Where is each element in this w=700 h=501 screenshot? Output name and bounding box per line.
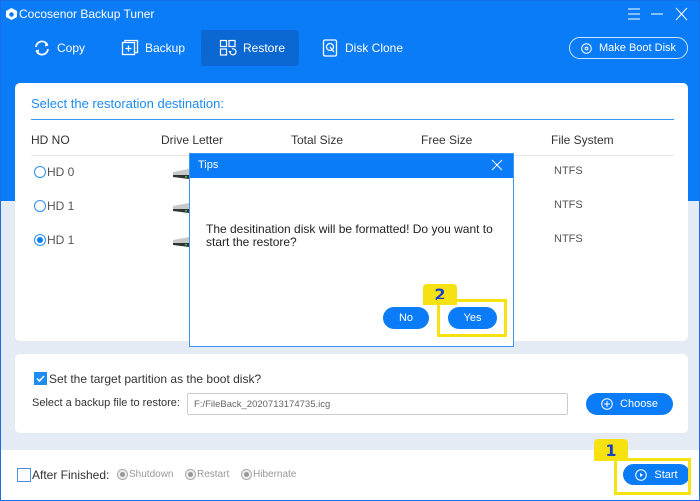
close-icon (675, 7, 688, 21)
dialog-header: Tips (190, 154, 513, 178)
nav-restore[interactable]: Restore (201, 30, 299, 66)
option-hibernate[interactable]: Hibernate (241, 469, 296, 480)
close-button[interactable] (670, 4, 692, 24)
radio-icon (185, 469, 196, 480)
nav-restore-label: Restore (243, 41, 286, 55)
menu-button[interactable] (623, 4, 645, 24)
checkmark-icon (36, 375, 45, 383)
make-boot-disk-label: Make Boot Disk (598, 42, 677, 54)
radio-icon (117, 469, 128, 480)
col-file-system: File System (551, 133, 614, 147)
hd-label: HD 1 (47, 233, 75, 247)
file-system: NTFS (554, 233, 583, 245)
no-label: No (398, 312, 414, 324)
dialog-message: The desitination disk will be formatted!… (206, 222, 493, 249)
file-system: NTFS (554, 199, 583, 211)
dialog-title: Tips (198, 159, 219, 171)
after-finished-label: After Finished: (32, 468, 110, 482)
drive-icon (173, 169, 189, 179)
title-divider (31, 119, 674, 120)
destination-title: Select the restoration destination: (31, 96, 224, 111)
disk-clone-icon (322, 39, 338, 57)
app-title: Cocosenor Backup Tuner (19, 7, 155, 21)
minimize-icon (651, 13, 663, 15)
nav-backup[interactable]: Backup (111, 30, 195, 66)
option-shutdown-label: Shutdown (129, 469, 174, 480)
drive-icon (173, 237, 189, 247)
disc-icon (581, 42, 592, 54)
col-drive-letter: Drive Letter (161, 133, 224, 147)
sync-icon (35, 40, 49, 56)
boot-disk-label: Set the target partition as the boot dis… (49, 372, 262, 386)
option-restart-label: Restart (197, 469, 230, 480)
choose-button[interactable]: Choose (586, 393, 673, 415)
drive-icon (173, 203, 189, 213)
plus-circle-icon (601, 398, 613, 410)
make-boot-disk-button[interactable]: Make Boot Disk (569, 37, 688, 59)
hd-label: HD 0 (47, 165, 75, 179)
backup-file-label: Select a backup file to restore: (32, 397, 180, 409)
annotation-box-yes (437, 299, 507, 337)
option-restart[interactable]: Restart (185, 469, 229, 480)
option-hibernate-label: Hibernate (253, 469, 297, 480)
dialog-close-icon[interactable] (490, 158, 504, 172)
nav-backup-label: Backup (145, 41, 186, 55)
nav-disk-clone[interactable]: Disk Clone (311, 30, 413, 66)
menu-icon (628, 8, 640, 20)
hd-radio-selected[interactable] (34, 234, 46, 246)
radio-icon (241, 469, 252, 480)
backup-file-input[interactable] (187, 393, 568, 415)
hd-radio[interactable] (34, 166, 46, 178)
col-hd-no: HD NO (31, 133, 70, 147)
hd-radio[interactable] (34, 200, 46, 212)
hd-label: HD 1 (47, 199, 75, 213)
nav-disk-clone-label: Disk Clone (345, 41, 404, 55)
col-total-size: Total Size (291, 133, 344, 147)
restore-icon (219, 39, 237, 56)
boot-disk-checkbox[interactable] (34, 372, 47, 385)
col-free-size: Free Size (421, 133, 473, 147)
nav-copy[interactable]: Copy (23, 30, 95, 66)
annotation-box-start (614, 458, 691, 495)
options-panel: Set the target partition as the boot dis… (15, 354, 688, 433)
choose-label: Choose (620, 398, 658, 410)
option-shutdown[interactable]: Shutdown (117, 469, 173, 480)
backup-icon (121, 39, 139, 56)
after-finished-checkbox[interactable] (17, 468, 31, 482)
title-bar: Cocosenor Backup Tuner (1, 1, 699, 28)
app-logo-icon (6, 8, 17, 20)
no-button[interactable]: No (383, 307, 429, 329)
file-system: NTFS (554, 165, 583, 177)
nav-copy-label: Copy (57, 41, 86, 55)
app-window: Cocosenor Backup Tuner Copy Backup Resto… (0, 0, 700, 501)
minimize-button[interactable] (646, 4, 668, 24)
